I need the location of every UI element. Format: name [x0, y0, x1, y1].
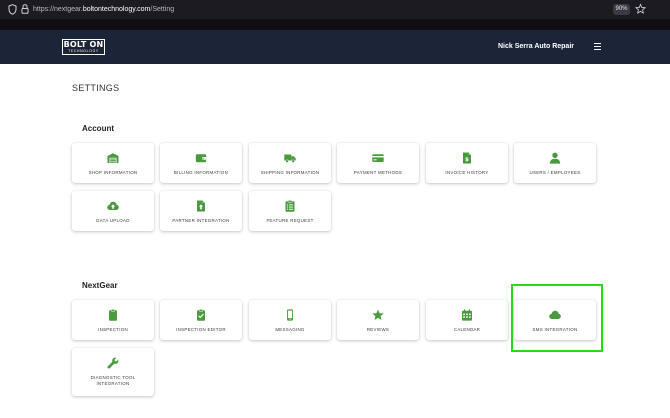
card-label: USERS / EMPLOYEES: [529, 170, 581, 175]
warehouse-icon: [107, 153, 119, 163]
section-title-nextgear: NextGear: [82, 281, 118, 290]
truck-icon: [284, 154, 296, 163]
card-label: PARTNER INTEGRATION: [172, 218, 230, 223]
card-label: MESSAGING: [275, 327, 305, 332]
hamburger-menu-icon[interactable]: [594, 43, 601, 51]
url-domain: boltontechnology.com: [82, 6, 151, 13]
bookmark-star-icon[interactable]: [635, 3, 646, 15]
card-label: REVIEWS: [366, 327, 390, 332]
card-shipping-information[interactable]: SHIPPING INFORMATION: [249, 143, 331, 183]
card-diagnostic-tool-integration[interactable]: DIAGNOSTIC TOOL INTEGRATION: [72, 348, 154, 396]
section-title-account: Account: [82, 124, 114, 133]
file-upload-icon: [197, 200, 205, 212]
calendar-icon: [462, 309, 472, 321]
logo-subtitle: TECHNOLOGY: [68, 49, 99, 53]
shield-icon[interactable]: [8, 4, 17, 15]
card-inspection-editor[interactable]: INSPECTION EDITOR: [160, 300, 242, 340]
card-feature-request[interactable]: FEATURE REQUEST: [249, 191, 331, 231]
star-icon: [372, 309, 384, 320]
card-label: DATA UPLOAD: [96, 218, 130, 223]
browser-tab-strip: [0, 19, 670, 30]
clipboard-check-icon: [197, 309, 205, 321]
card-label: SHIPPING INFORMATION: [260, 170, 320, 175]
page-title: SETTINGS: [72, 83, 120, 93]
card-shop-information[interactable]: SHOP INFORMATION: [72, 143, 154, 183]
card-calendar[interactable]: CALENDAR: [426, 300, 508, 340]
card-label: CALENDAR: [453, 327, 481, 332]
card-label: DIAGNOSTIC TOOL INTEGRATION: [90, 375, 136, 386]
lock-icon[interactable]: [21, 4, 29, 14]
shop-name[interactable]: Nick Serra Auto Repair: [450, 42, 574, 52]
zoom-level-badge[interactable]: 90%: [613, 4, 630, 15]
card-partner-integration[interactable]: PARTNER INTEGRATION: [160, 191, 242, 231]
card-label: FEATURE REQUEST: [266, 218, 314, 223]
svg-text:$: $: [465, 157, 469, 163]
invoice-icon: $: [463, 152, 471, 164]
address-bar-url[interactable]: https://nextgear.boltontechnology.com/Se…: [33, 4, 174, 15]
clipboard-icon: [109, 309, 117, 321]
card-data-upload[interactable]: DATA UPLOAD: [72, 191, 154, 231]
card-label: INVOICE HISTORY: [445, 170, 489, 175]
card-invoice-history[interactable]: $ INVOICE HISTORY: [426, 143, 508, 183]
cloud-upload-icon: [107, 201, 119, 210]
credit-card-icon: [372, 154, 384, 162]
card-inspection[interactable]: INSPECTION: [72, 300, 154, 340]
wallet-icon: [195, 154, 207, 163]
card-label: INSPECTION EDITOR: [176, 327, 226, 332]
card-label: PAYMENT METHODS: [353, 170, 403, 175]
card-label: INSPECTION: [98, 327, 128, 332]
card-messaging[interactable]: MESSAGING: [249, 300, 331, 340]
card-reviews[interactable]: REVIEWS: [337, 300, 419, 340]
card-label: BILLING INFORMATION: [173, 170, 229, 175]
bolt-on-logo[interactable]: BOLT ON TECHNOLOGY: [62, 39, 105, 55]
browser-toolbar: https://nextgear.boltontechnology.com/Se…: [0, 0, 670, 19]
card-label: SHOP INFORMATION: [88, 170, 138, 175]
mobile-phone-icon: [287, 309, 293, 321]
card-billing-information[interactable]: BILLING INFORMATION: [160, 143, 242, 183]
card-users-employees[interactable]: USERS / EMPLOYEES: [514, 143, 596, 183]
user-icon: [549, 152, 561, 164]
highlight-box: [511, 284, 603, 352]
wrench-icon: [107, 357, 119, 369]
url-prefix: https://nextgear.: [33, 6, 83, 13]
url-path: /Setting: [150, 6, 175, 13]
clipboard-list-icon: [285, 200, 295, 212]
card-payment-methods[interactable]: PAYMENT METHODS: [337, 143, 419, 183]
